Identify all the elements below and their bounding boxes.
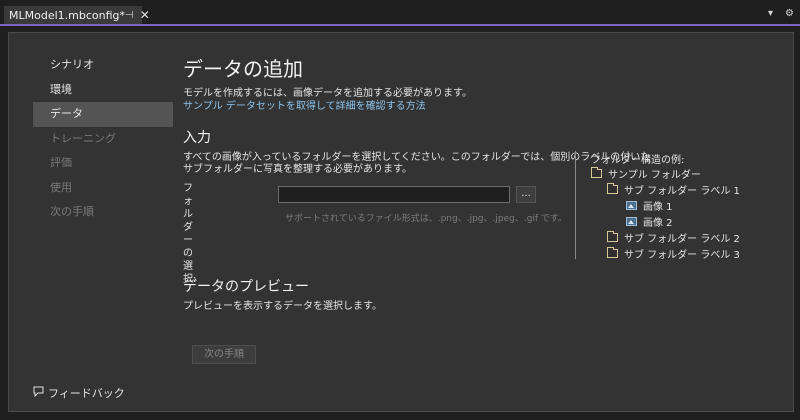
feedback-icon	[33, 386, 44, 400]
tree-item-subfolder-2: サブ フォルダー ラベル 2	[607, 230, 740, 245]
input-heading: 入力	[183, 130, 211, 146]
next-step-button: 次の手順	[192, 345, 256, 364]
folder-select-label: フォルダーの選 択:	[183, 182, 196, 286]
preview-heading: データのプレビュー	[183, 279, 309, 295]
vertical-divider	[575, 151, 576, 259]
preview-text: プレビューを表示するデータを選択します。	[183, 301, 382, 312]
folder-icon	[607, 183, 618, 194]
tab-bar: MLModel1.mbconfig* ⊣ ✕ ▾ ⚙	[0, 0, 800, 28]
tab-accent-line	[0, 24, 800, 26]
tree-item-label: サブ フォルダー ラベル 1	[624, 186, 740, 197]
folder-path-input[interactable]	[278, 186, 510, 203]
input-instructions-line2: サブフォルダーに写真を整理する必要があります。	[183, 164, 412, 175]
folder-icon	[607, 247, 618, 258]
main-panel: シナリオ 環境 データ トレーニング 評価 使用 次の手順 フィードバック デー…	[8, 32, 794, 412]
nav-item-consume: 使用	[50, 180, 72, 194]
tree-item-image-2: 画像 2	[626, 214, 673, 229]
tree-item-image-1: 画像 1	[626, 198, 673, 213]
document-tab[interactable]: MLModel1.mbconfig* ⊣ ✕	[4, 6, 150, 24]
sample-dataset-link[interactable]: サンプル データセットを取得して詳細を確認する方法	[183, 97, 426, 112]
dropdown-icon[interactable]: ▾	[768, 8, 773, 19]
tree-item-label: 画像 1	[643, 202, 673, 213]
tree-item-label: サブ フォルダー ラベル 2	[624, 234, 740, 245]
folder-structure-title: フォルダー構造の例:	[591, 155, 685, 166]
tree-item-label: サンプル フォルダー	[608, 170, 701, 181]
step-navigation: シナリオ 環境 データ トレーニング 評価 使用 次の手順	[33, 53, 173, 225]
feedback-link[interactable]: フィードバック	[33, 385, 125, 401]
tree-item-sample-folder: サンプル フォルダー	[591, 166, 701, 181]
page-title: データの追加	[183, 57, 303, 81]
tree-item-label: サブ フォルダー ラベル 3	[624, 250, 740, 261]
tree-item-subfolder-1: サブ フォルダー ラベル 1	[607, 182, 740, 197]
input-instructions-line1: すべての画像が入っているフォルダーを選択してください。このフォルダーでは、個別の…	[183, 152, 651, 163]
folder-icon	[591, 167, 602, 178]
tree-item-subfolder-3: サブ フォルダー ラベル 3	[607, 246, 740, 261]
close-icon[interactable]: ✕	[140, 8, 150, 22]
folder-label-line1: フォルダーの選	[183, 183, 193, 272]
image-icon	[626, 201, 637, 210]
nav-item-evaluate: 評価	[50, 156, 72, 169]
nav-item-data[interactable]: データ	[33, 102, 173, 127]
image-icon	[626, 217, 637, 226]
nav-item-next-steps: 次の手順	[50, 205, 94, 218]
tab-title: MLModel1.mbconfig*	[9, 8, 125, 22]
nav-item-environment[interactable]: 環境	[33, 78, 173, 103]
supported-formats-hint: サポートされているファイル形式は、.png、.jpg、.jpeg、.gif です…	[285, 214, 568, 224]
feedback-label: フィードバック	[48, 387, 125, 400]
nav-item-training: トレーニング	[50, 131, 116, 145]
nav-item-scenario[interactable]: シナリオ	[33, 53, 173, 78]
pin-icon[interactable]: ⊣	[125, 10, 134, 21]
settings-icon[interactable]: ⚙	[785, 8, 794, 19]
tree-item-label: 画像 2	[643, 218, 673, 229]
browse-button[interactable]: ...	[516, 186, 536, 203]
folder-icon	[607, 231, 618, 242]
horizontal-scrollbar[interactable]	[0, 414, 800, 420]
